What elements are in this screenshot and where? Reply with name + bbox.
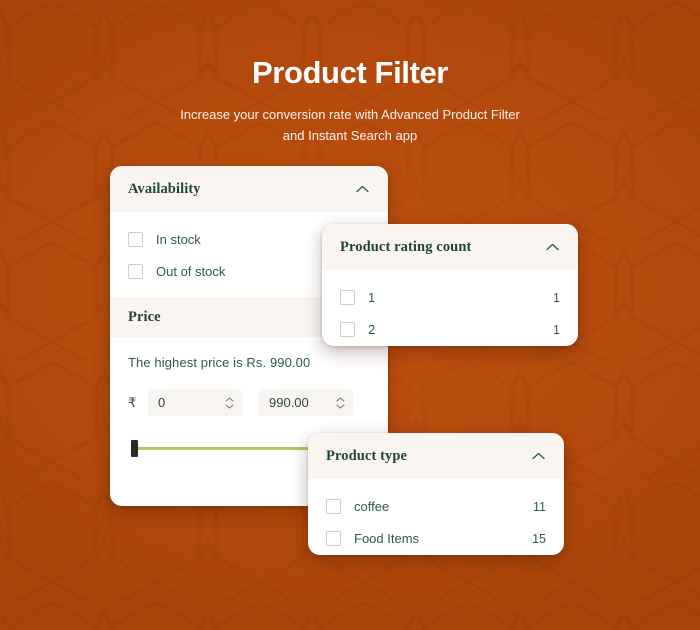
checkbox-icon[interactable] <box>340 322 355 337</box>
price-max-input[interactable]: 990.00 <box>259 389 353 416</box>
producttype-panel-title: Product type <box>326 447 408 464</box>
chevron-up-icon[interactable] <box>544 239 560 255</box>
rating-option-label: 1 <box>368 290 376 305</box>
rating-panel-header[interactable]: Product rating count <box>322 224 578 270</box>
price-min-value: 0 <box>158 395 166 410</box>
page-title: Product Filter <box>252 55 448 90</box>
rating-panel-body: 1 1 2 1 <box>322 270 578 346</box>
page-subtitle: Increase your conversion rate with Advan… <box>0 104 700 146</box>
availability-panel-title: Availability <box>128 180 201 197</box>
rating-panel-title: Product rating count <box>340 238 472 255</box>
checkbox-icon[interactable] <box>326 499 341 514</box>
rating-option-row[interactable]: 1 1 <box>340 282 560 313</box>
page-header: Product Filter Increase your conversion … <box>0 55 700 146</box>
chevron-up-icon[interactable] <box>530 448 546 464</box>
rating-option-label: 2 <box>368 322 376 337</box>
filter-card-product-type: Product type coffee 11 Food Items 15 <box>308 433 564 555</box>
filter-card-product-rating-count: Product rating count 1 1 2 1 <box>322 224 578 346</box>
producttype-option-row[interactable]: coffee 11 <box>326 491 546 522</box>
producttype-option-count: 11 <box>533 499 546 514</box>
page-subtitle-line-1: Increase your conversion rate with Advan… <box>180 107 520 123</box>
price-min-input[interactable]: 0 <box>148 389 242 416</box>
rating-option-count: 1 <box>553 290 560 305</box>
producttype-option-count: 15 <box>532 531 546 546</box>
producttype-option-label: coffee <box>354 499 390 514</box>
chevron-up-icon[interactable] <box>354 181 370 197</box>
stepper-updown-icon[interactable] <box>223 397 235 409</box>
checkbox-icon[interactable] <box>128 264 143 279</box>
checkbox-icon[interactable] <box>340 290 355 305</box>
checkbox-icon[interactable] <box>326 531 341 546</box>
producttype-panel-header[interactable]: Product type <box>308 433 564 479</box>
producttype-option-label: Food Items <box>354 531 420 546</box>
checkbox-icon[interactable] <box>128 232 143 247</box>
price-panel-title: Price <box>128 308 161 325</box>
rating-option-row[interactable]: 2 1 <box>340 314 560 345</box>
price-range-inputs: ₹ 0 990.00 <box>128 389 370 416</box>
producttype-panel-body: coffee 11 Food Items 15 <box>308 479 564 555</box>
stepper-updown-icon[interactable] <box>334 397 346 409</box>
producttype-option-row[interactable]: Food Items 15 <box>326 523 546 554</box>
currency-symbol: ₹ <box>128 394 137 410</box>
price-slider-handle[interactable] <box>131 440 138 457</box>
price-max-value: 990.00 <box>269 395 309 410</box>
highest-price-text: The highest price is Rs. 990.00 <box>128 355 311 370</box>
page-subtitle-line-2: and Instant Search app <box>282 128 418 144</box>
availability-panel-header[interactable]: Availability <box>110 166 388 212</box>
rating-option-count: 1 <box>553 322 560 337</box>
